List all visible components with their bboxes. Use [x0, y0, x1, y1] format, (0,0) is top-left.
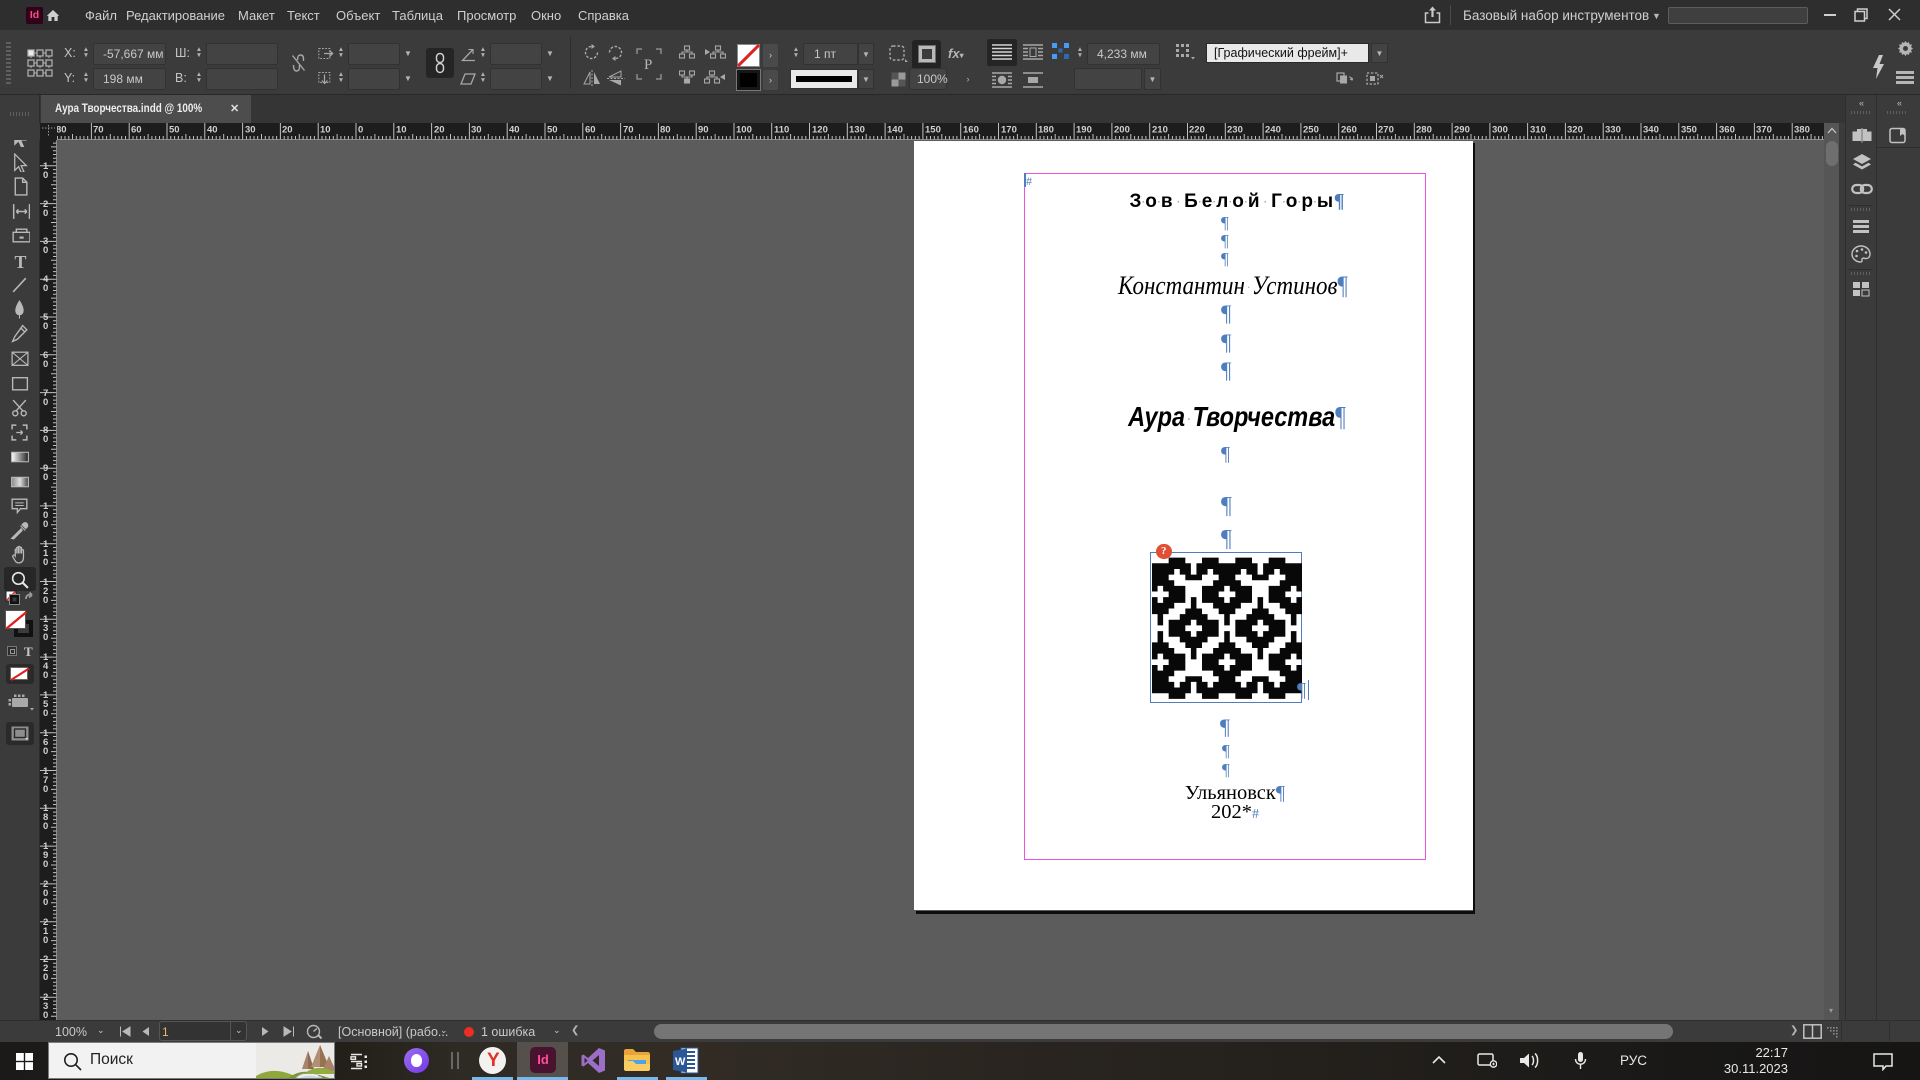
svg-text:150: 150: [925, 125, 941, 136]
svg-text:110: 110: [774, 125, 789, 136]
svg-text:140: 140: [887, 125, 903, 136]
svg-text:180: 180: [1038, 125, 1054, 136]
svg-text:0: 0: [43, 1010, 48, 1020]
svg-text:80: 80: [56, 125, 67, 136]
svg-text:50: 50: [169, 125, 180, 136]
svg-text:0: 0: [43, 208, 48, 219]
svg-text:10: 10: [320, 125, 331, 136]
svg-text:20: 20: [434, 125, 445, 136]
svg-text:370: 370: [1756, 125, 1772, 136]
svg-text:0: 0: [43, 746, 48, 757]
svg-text:120: 120: [812, 125, 828, 136]
svg-text:P: P: [644, 57, 652, 73]
svg-text:40: 40: [207, 125, 218, 136]
svg-text:360: 360: [1719, 125, 1735, 136]
svg-text:200: 200: [1114, 125, 1130, 136]
svg-text:0: 0: [43, 897, 48, 908]
svg-text:0: 0: [43, 321, 48, 332]
svg-text:70: 70: [623, 125, 634, 136]
svg-text:W: W: [675, 1056, 686, 1068]
svg-text:20: 20: [282, 125, 293, 136]
svg-text:310: 310: [1530, 125, 1546, 136]
svg-text:260: 260: [1341, 125, 1357, 136]
svg-text:380: 380: [1794, 125, 1810, 136]
svg-text:40: 40: [509, 125, 520, 136]
svg-text:320: 320: [1567, 125, 1583, 136]
svg-text:0: 0: [43, 170, 48, 181]
svg-text:230: 230: [1227, 125, 1243, 136]
svg-text:0: 0: [43, 784, 48, 795]
svg-text:170: 170: [1001, 125, 1017, 136]
svg-text:0: 0: [43, 472, 48, 483]
svg-text:0: 0: [43, 595, 48, 606]
svg-text:210: 210: [1152, 125, 1168, 136]
svg-text:0: 0: [43, 670, 48, 681]
svg-text:330: 330: [1605, 125, 1621, 136]
svg-text:290: 290: [1454, 125, 1470, 136]
svg-text:190: 190: [1076, 125, 1092, 136]
svg-text:70: 70: [93, 125, 104, 136]
svg-text:340: 340: [1643, 125, 1659, 136]
svg-text:0: 0: [43, 632, 48, 643]
svg-text:280: 280: [1416, 125, 1432, 136]
svg-text:350: 350: [1681, 125, 1697, 136]
svg-text:160: 160: [963, 125, 979, 136]
svg-text:30: 30: [245, 125, 256, 136]
svg-text:0: 0: [43, 434, 48, 445]
svg-text:0: 0: [43, 359, 48, 370]
svg-text:0: 0: [43, 972, 48, 983]
svg-text:60: 60: [585, 125, 596, 136]
svg-text:90: 90: [698, 125, 709, 136]
svg-text:T: T: [15, 252, 27, 270]
svg-text:100: 100: [736, 125, 752, 136]
svg-text:0: 0: [43, 557, 48, 568]
svg-text:80: 80: [660, 125, 671, 136]
svg-text:0: 0: [358, 125, 363, 136]
svg-text:300: 300: [1492, 125, 1508, 136]
svg-text:250: 250: [1303, 125, 1319, 136]
svg-text:0: 0: [43, 708, 48, 719]
svg-text:0: 0: [43, 283, 48, 294]
svg-text:0: 0: [43, 245, 48, 256]
svg-text:0: 0: [43, 519, 48, 530]
svg-text:50: 50: [547, 125, 558, 136]
svg-text:130: 130: [849, 125, 865, 136]
svg-text:220: 220: [1189, 125, 1205, 136]
svg-text:30: 30: [471, 125, 482, 136]
svg-text:10: 10: [396, 125, 407, 136]
svg-text:0: 0: [43, 821, 48, 832]
svg-text:0: 0: [43, 935, 48, 946]
svg-text:0: 0: [43, 859, 48, 870]
svg-text:0: 0: [43, 397, 48, 408]
svg-text:270: 270: [1378, 125, 1394, 136]
svg-text:240: 240: [1265, 125, 1281, 136]
svg-text:60: 60: [131, 125, 142, 136]
